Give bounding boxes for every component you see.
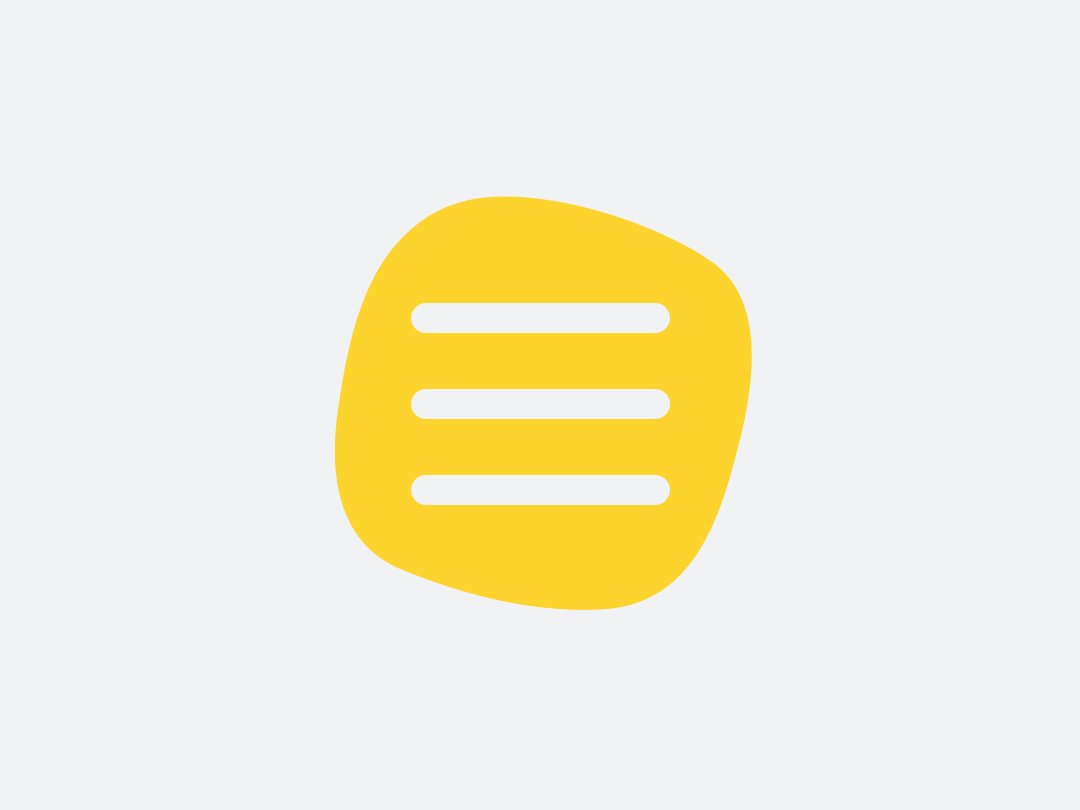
menu-button[interactable] — [0, 0, 1080, 810]
menu-bar-1 — [411, 303, 670, 333]
hamburger-menu-icon — [334, 196, 752, 610]
menu-bar-3 — [411, 475, 670, 505]
app-icon-screen — [0, 0, 1080, 810]
menu-bar-2 — [411, 389, 670, 419]
